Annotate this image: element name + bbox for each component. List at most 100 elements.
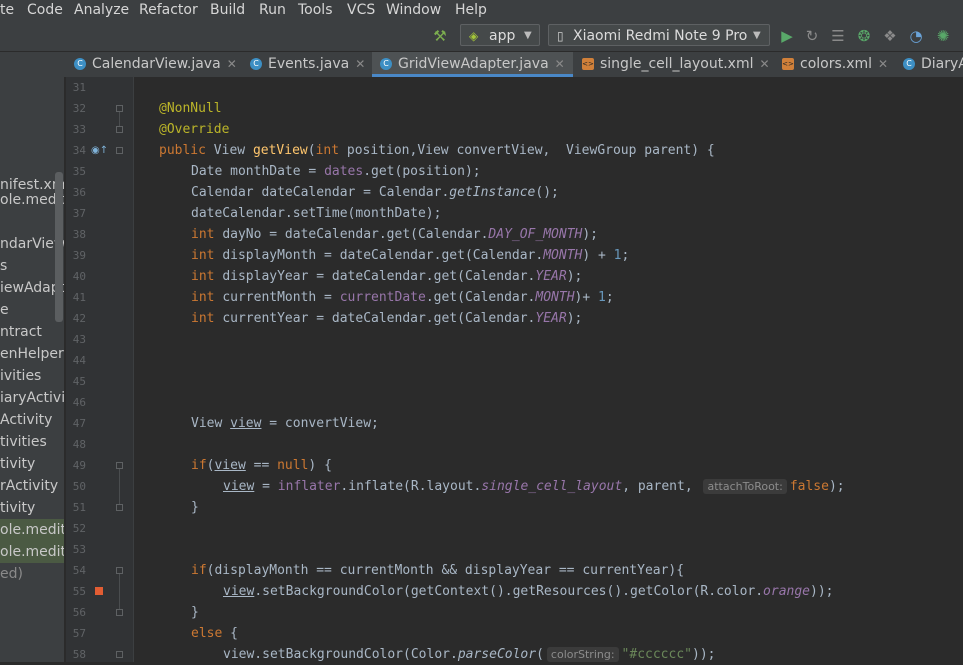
fold-guide (119, 469, 120, 504)
code-line-34[interactable]: public View getView(int position,View co… (159, 140, 715, 161)
line-number: 38 (72, 228, 86, 241)
close-icon[interactable]: ✕ (759, 57, 769, 71)
project-scrollbar[interactable] (55, 172, 63, 322)
main-toolbar: ⚒ ◈ app ▼ ▯ Xiaomi Redmi Note 9 Pro ▼ ▶ … (0, 21, 963, 52)
tree-item[interactable]: e (0, 299, 9, 321)
code-line-51[interactable]: } (191, 497, 199, 518)
menu-analyze[interactable]: Analyze (74, 0, 129, 21)
line-number: 42 (72, 312, 86, 325)
menu-help[interactable]: Help (455, 0, 487, 21)
fold-marker[interactable] (116, 105, 123, 112)
line-number: 56 (72, 606, 86, 619)
device-select[interactable]: ▯ Xiaomi Redmi Note 9 Pro ▼ (548, 24, 770, 46)
menu-tools[interactable]: Tools (298, 0, 333, 21)
tree-item[interactable]: Activity (0, 409, 52, 431)
fold-marker[interactable] (116, 147, 123, 154)
fold-guide (119, 112, 120, 126)
code-line-35[interactable]: Date monthDate = dates.get(position); (191, 161, 481, 182)
tree-item[interactable]: s (0, 255, 7, 277)
code-editor[interactable]: @NonNull @Override public View getView(i… (134, 77, 963, 662)
close-icon[interactable]: ✕ (555, 57, 565, 71)
run-configuration-label: app (489, 28, 516, 44)
code-line-32[interactable]: @NonNull (159, 98, 222, 119)
code-line-39[interactable]: int displayMonth = dateCalendar.get(Cale… (191, 245, 629, 266)
fold-marker[interactable] (116, 126, 123, 133)
code-line-33[interactable]: @Override (159, 119, 229, 140)
code-line-54[interactable]: if(displayMonth == currentMonth && displ… (191, 560, 684, 581)
menu-vcs[interactable]: VCS (347, 0, 375, 21)
menu-build[interactable]: Build (210, 0, 245, 21)
apply-changes-icon[interactable]: ✺ (933, 21, 953, 51)
java-class-icon: C (250, 58, 262, 70)
menu-code[interactable]: Code (27, 0, 63, 21)
override-icon[interactable]: ◉↑ (91, 140, 108, 161)
fold-marker[interactable] (116, 504, 123, 511)
menu-file[interactable]: te (0, 0, 14, 21)
run-configuration-select[interactable]: ◈ app ▼ (460, 24, 540, 46)
device-label: Xiaomi Redmi Note 9 Pro (573, 28, 748, 44)
tab-colors[interactable]: <> colors.xml ✕ (776, 52, 894, 77)
close-icon[interactable]: ✕ (227, 57, 237, 71)
tree-item[interactable]: ntract (0, 321, 42, 343)
code-line-57[interactable]: else { (191, 623, 238, 644)
tab-single-cell-layout[interactable]: <> single_cell_layout.xml ✕ (576, 52, 776, 77)
code-line-40[interactable]: int displayYear = dateCalendar.get(Calen… (191, 266, 582, 287)
fold-marker[interactable] (116, 567, 123, 574)
menu-window[interactable]: Window (386, 0, 441, 21)
tab-diary[interactable]: CDiaryA (897, 52, 963, 77)
tree-item[interactable]: iaryActivi (0, 387, 64, 409)
tree-item[interactable]: enHelper (0, 343, 64, 365)
tab-calendarview[interactable]: C CalendarView.java ✕ (68, 52, 243, 77)
tree-item[interactable]: rActivity (0, 475, 58, 497)
tab-events[interactable]: C Events.java ✕ (244, 52, 371, 77)
xml-file-icon: <> (782, 58, 794, 70)
tree-item[interactable]: ed) (0, 563, 23, 585)
fold-marker[interactable] (116, 462, 123, 469)
hammer-icon[interactable]: ⚒ (430, 21, 450, 51)
line-number: 34 (72, 144, 86, 157)
code-line-42[interactable]: int currentYear = dateCalendar.get(Calen… (191, 308, 582, 329)
menu-run[interactable]: Run (259, 0, 286, 21)
close-icon[interactable]: ✕ (878, 57, 888, 71)
parameter-hint: colorString: (546, 647, 619, 662)
color-preview-icon[interactable] (95, 587, 103, 595)
tree-item[interactable]: tivity (0, 497, 35, 519)
code-line-50[interactable]: view = inflater.inflate(R.layout.single_… (223, 476, 845, 497)
fold-marker[interactable] (116, 609, 123, 616)
line-gutter: 31 32 33 34 35 36 37 38 39 40 41 42 43 4… (66, 77, 134, 662)
rerun-icon[interactable]: ↻ (803, 21, 821, 51)
line-number: 55 (72, 585, 86, 598)
tab-gridviewadapter[interactable]: C GridViewAdapter.java ✕ (372, 52, 573, 77)
fold-marker[interactable] (116, 651, 123, 658)
line-number: 49 (72, 459, 86, 472)
code-line-47[interactable]: View view = convertView; (191, 413, 379, 434)
line-number: 32 (72, 102, 86, 115)
line-number: 37 (72, 207, 86, 220)
tree-item[interactable]: tivities (0, 431, 47, 453)
tree-item[interactable]: ivities (0, 365, 41, 387)
attach-debugger-icon[interactable]: ❖ (881, 21, 899, 51)
line-number: 33 (72, 123, 86, 136)
close-icon[interactable]: ✕ (355, 57, 365, 71)
tree-item-selected[interactable]: ole.medita (0, 519, 64, 541)
line-number: 52 (72, 522, 86, 535)
profiler-icon[interactable]: ◔ (907, 21, 925, 51)
code-line-56[interactable]: } (191, 602, 199, 623)
code-line-38[interactable]: int dayNo = dateCalendar.get(Calendar.DA… (191, 224, 598, 245)
fold-guide (119, 574, 120, 609)
debug-icon[interactable]: ❂ (855, 21, 873, 51)
parameter-hint: attachToRoot: (703, 479, 787, 494)
logcat-icon[interactable]: ☰ (829, 21, 847, 51)
code-line-36[interactable]: Calendar dateCalendar = Calendar.getInst… (191, 182, 559, 203)
tree-item-selected[interactable]: ole.medita (0, 541, 64, 563)
xml-file-icon: <> (582, 58, 594, 70)
code-line-55[interactable]: view.setBackgroundColor(getContext().get… (223, 581, 834, 602)
line-number: 47 (72, 417, 86, 430)
run-icon[interactable]: ▶ (778, 21, 796, 51)
line-number: 36 (72, 186, 86, 199)
code-line-37[interactable]: dateCalendar.setTime(monthDate); (191, 203, 441, 224)
code-line-49[interactable]: if(view == null) { (191, 455, 332, 476)
tree-item[interactable]: tivity (0, 453, 35, 475)
menu-refactor[interactable]: Refactor (139, 0, 198, 21)
code-line-41[interactable]: int currentMonth = currentDate.get(Calen… (191, 287, 614, 308)
